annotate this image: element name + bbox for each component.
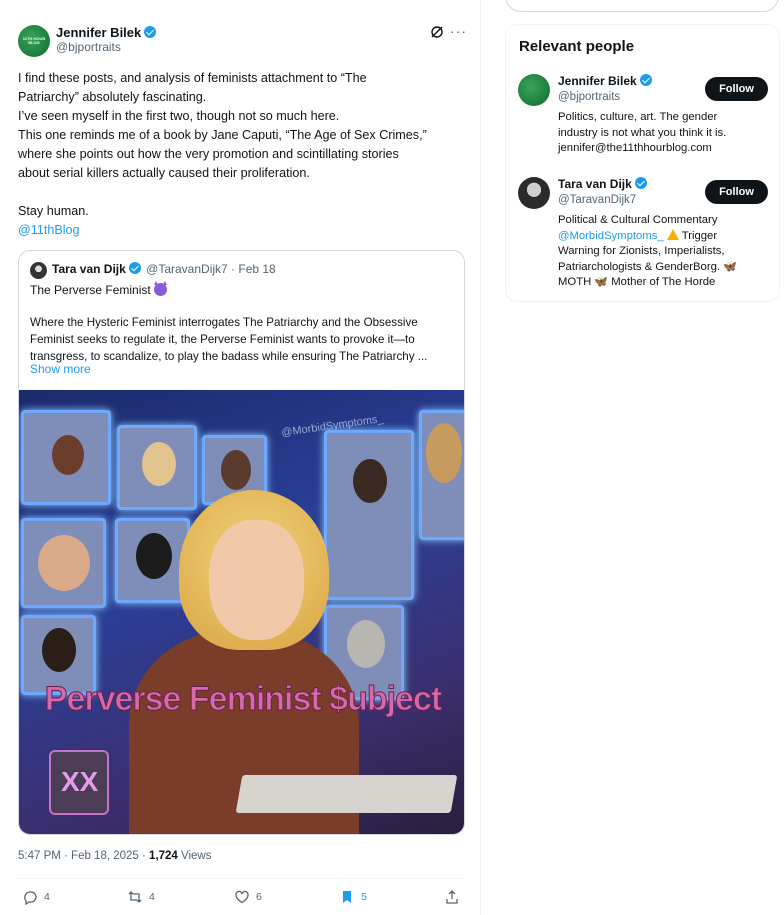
quote-body-line: Where the Hysteric Feminist interrogates…: [30, 316, 418, 329]
butterfly-emoji-icon: 🦋: [594, 276, 609, 288]
post-text-line: This one reminds me of a book by Jane Ca…: [18, 128, 427, 142]
verified-icon: [128, 262, 141, 274]
image-face: [221, 450, 251, 490]
bio-line: Political & Cultural Commentary: [558, 214, 718, 226]
person-handle[interactable]: @TaravanDijk7: [558, 194, 636, 206]
repost-count: 4: [149, 891, 155, 903]
like-icon: [235, 890, 249, 904]
reply-icon: [24, 891, 37, 905]
search-box[interactable]: [505, 0, 779, 12]
relevant-person[interactable]: Tara van Dijk @TaravanDijk7 Follow Polit…: [518, 177, 773, 292]
verified-icon: [144, 26, 157, 38]
more-icon[interactable]: ···: [450, 23, 467, 39]
avatar[interactable]: [518, 74, 550, 106]
main-column: 11TH HOUR BLOG Jennifer Bilek @bjportrai…: [0, 0, 481, 915]
reply-count: 4: [44, 891, 50, 903]
image-face: [52, 435, 84, 475]
quote-body-line: Feminist seeks to regulate it, the Perve…: [30, 333, 415, 346]
image-face: [426, 423, 462, 483]
post-mention-link[interactable]: @11thBlog: [18, 221, 470, 240]
person-name[interactable]: Tara van Dijk: [558, 177, 647, 191]
bio-line: Patriarchologists & GenderBorg. 🦋: [558, 260, 737, 273]
post-text-line: where she points out how the very promot…: [18, 147, 399, 161]
quote-title: The Perverse Feminist: [30, 281, 168, 297]
quote-handle: @TaravanDijk7 · Feb 18: [146, 262, 276, 276]
views-count: 1,724: [149, 850, 178, 862]
butterfly-emoji-icon: 🦋: [723, 260, 737, 273]
bio-line: MOTH 🦋 Mother of The Horde: [558, 276, 716, 288]
image-screen: [117, 425, 197, 510]
verified-icon: [634, 177, 647, 189]
person-bio: Political & Cultural Commentary @MorbidS…: [558, 213, 763, 291]
avatar-logo: 11TH HOUR BLOG: [22, 36, 46, 45]
post-text: I find these posts, and analysis of femi…: [18, 69, 470, 240]
bio-line: industry is not what you think it is.: [558, 126, 727, 139]
image-screen: [419, 410, 464, 540]
bio-line: Politics, culture, art. The gender: [558, 111, 718, 123]
quote-avatar[interactable]: [30, 262, 47, 279]
post-text-line: I’ve seen myself in the first two, thoug…: [18, 109, 340, 123]
repost-icon: [128, 891, 142, 903]
person-name[interactable]: Jennifer Bilek: [558, 74, 652, 88]
person-bio: Politics, culture, art. The gender indus…: [558, 110, 763, 157]
person-handle[interactable]: @bjportraits: [558, 91, 620, 103]
post-closing: Stay human.: [18, 204, 89, 218]
post-text-spacer: [18, 183, 470, 202]
warning-emoji-icon: [666, 228, 679, 240]
relevant-people-title: Relevant people: [519, 38, 635, 55]
follow-button[interactable]: Follow: [705, 180, 768, 204]
devil-emoji-icon: [154, 281, 168, 296]
divider: [18, 878, 465, 879]
image-face: [347, 620, 385, 668]
image-overlay-text: Perverse Feminist $ubject: [44, 680, 442, 719]
avatar[interactable]: [518, 177, 550, 209]
image-face: [142, 442, 176, 486]
bio-mention-link[interactable]: @MorbidSymptoms_: [558, 230, 664, 242]
post-text-line: Patriarchy” absolutely fascinating.: [18, 90, 207, 104]
relevant-people-card: Relevant people Jennifer Bilek @bjportra…: [505, 24, 780, 302]
show-more-link[interactable]: Show more: [30, 362, 91, 376]
quoted-post[interactable]: Tara van Dijk @TaravanDijk7 · Feb 18 The…: [18, 250, 465, 835]
bookmark-icon: [343, 891, 351, 903]
post-author-name[interactable]: Jennifer Bilek: [56, 25, 157, 40]
image-screen: [21, 410, 111, 505]
quote-author[interactable]: Tara van Dijk @TaravanDijk7 · Feb 18: [52, 262, 276, 276]
post-header: 11TH HOUR BLOG Jennifer Bilek @bjportrai…: [18, 23, 468, 58]
reply-button[interactable]: 4: [22, 889, 50, 905]
bookmark-count: 5: [361, 891, 367, 903]
share-button[interactable]: [444, 889, 460, 905]
like-count: 6: [256, 891, 262, 903]
image-woman-face: [209, 520, 304, 640]
mug-text: XX: [61, 766, 99, 797]
image-screen: [324, 430, 414, 600]
post-author-handle[interactable]: @bjportraits: [56, 40, 121, 54]
image-face: [42, 628, 76, 672]
bio-line: @MorbidSymptoms_ Trigger: [558, 228, 718, 242]
image-keyboard: [235, 775, 458, 813]
image-mug: XX: [49, 750, 109, 815]
share-icon: [446, 890, 458, 904]
post-text-line: I find these posts, and analysis of femi…: [18, 71, 367, 85]
quote-body-line: transgress, to scandalize, to play the b…: [30, 350, 428, 363]
quote-body: Where the Hysteric Feminist interrogates…: [30, 314, 450, 365]
image-face: [136, 533, 172, 579]
quote-image[interactable]: @MorbidSymptoms_ XX Perverse Feminist $u…: [19, 390, 464, 834]
like-button[interactable]: 6: [234, 889, 262, 905]
image-face: [353, 459, 387, 503]
relevant-person[interactable]: Jennifer Bilek @bjportraits Follow Polit…: [518, 74, 773, 164]
post-timestamp[interactable]: 5:47 PM · Feb 18, 2025 · 1,724 Views: [18, 850, 212, 862]
bio-line: Warning for Zionists, Imperialists,: [558, 245, 725, 257]
repost-button[interactable]: 4: [127, 889, 155, 905]
verified-icon: [639, 74, 652, 86]
bio-line: jennifer@the11thhourblog.com: [558, 142, 712, 154]
image-screen: [21, 518, 106, 608]
bookmark-button[interactable]: 5: [339, 889, 367, 905]
follow-button[interactable]: Follow: [705, 77, 768, 101]
avatar[interactable]: 11TH HOUR BLOG: [18, 25, 50, 57]
post-text-line: about serial killers actually caused the…: [18, 166, 310, 180]
image-face: [38, 535, 90, 591]
grok-icon[interactable]: [429, 24, 445, 40]
